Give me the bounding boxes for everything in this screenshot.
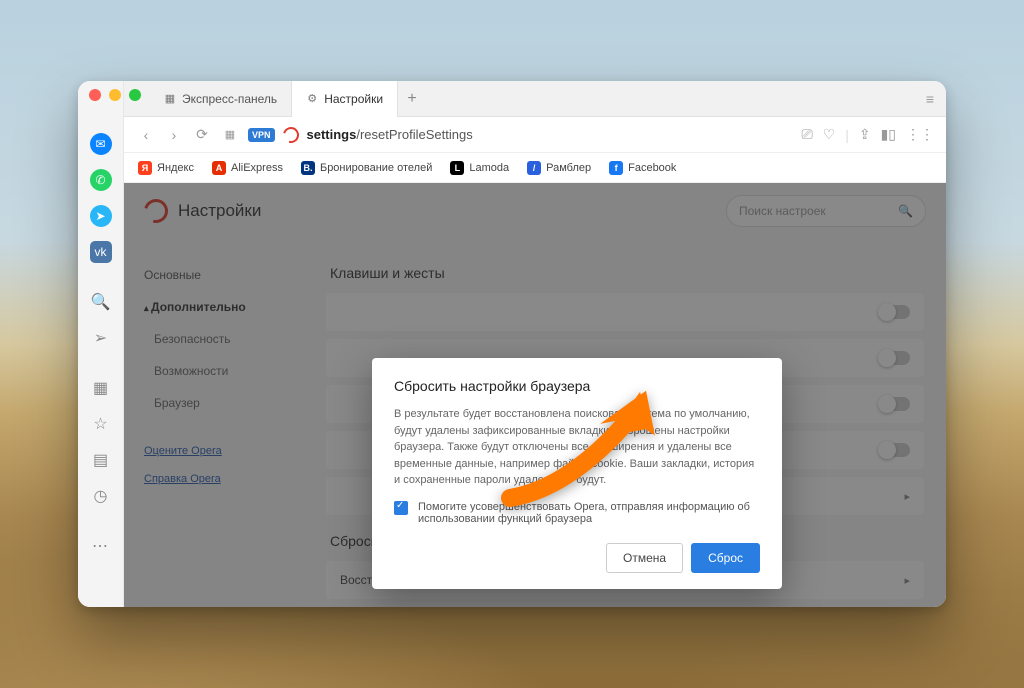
address-bar: ‹ › ⟳ ▦ VPN settings/resetProfileSetting… — [124, 117, 946, 153]
checkbox-label: Помогите усовершенствовать Opera, отправ… — [418, 501, 760, 525]
tab-settings[interactable]: ⚙ Настройки — [292, 81, 398, 117]
left-sidebar: ✉ ✆ ➤ vk 🔍 ➢ ▦ ☆ ▤ ◷ ⋯ — [78, 81, 124, 607]
apps-icon[interactable]: ▦ — [86, 373, 116, 403]
tab-label: Настройки — [324, 92, 383, 106]
minimize-window-button[interactable] — [109, 89, 121, 101]
dialog-checkbox-row[interactable]: Помогите усовершенствовать Opera, отправ… — [394, 501, 760, 525]
more-icon[interactable]: ⋯ — [86, 531, 116, 561]
menu-icon[interactable]: ⋮⋮ — [906, 126, 934, 143]
grid-icon: ▦ — [164, 93, 176, 105]
search-icon[interactable]: 🔍 — [86, 287, 116, 317]
checkbox-checked-icon[interactable] — [394, 501, 408, 515]
vpn-badge[interactable]: VPN — [248, 128, 275, 142]
dialog-title: Сбросить настройки браузера — [394, 378, 760, 394]
back-button[interactable]: ‹ — [136, 127, 156, 143]
bookmarks-icon[interactable]: ☆ — [86, 409, 116, 439]
window-controls — [89, 89, 141, 101]
snapshot-icon[interactable]: ⎚ — [801, 126, 812, 143]
gear-icon: ⚙ — [306, 93, 318, 105]
browser-window: ✉ ✆ ➤ vk 🔍 ➢ ▦ ☆ ▤ ◷ ⋯ ▦ Экспресс-панель… — [78, 81, 946, 607]
reset-button[interactable]: Сброс — [691, 543, 760, 573]
forward-button[interactable]: › — [164, 127, 184, 143]
vk-icon[interactable]: vk — [86, 237, 116, 267]
whatsapp-icon[interactable]: ✆ — [86, 165, 116, 195]
new-tab-button[interactable]: + — [398, 90, 426, 108]
main-area: ▦ Экспресс-панель ⚙ Настройки + ≡ ‹ › ⟳ … — [124, 81, 946, 607]
close-window-button[interactable] — [89, 89, 101, 101]
maximize-window-button[interactable] — [129, 89, 141, 101]
cancel-button[interactable]: Отмена — [606, 543, 683, 573]
grid-icon[interactable]: ▦ — [220, 128, 240, 141]
bookmark-lamoda[interactable]: LLamoda — [450, 161, 509, 175]
tab-bar: ▦ Экспресс-панель ⚙ Настройки + ≡ — [124, 81, 946, 117]
messenger-icon[interactable]: ✉ — [86, 129, 116, 159]
send-icon[interactable]: ➢ — [86, 323, 116, 353]
news-icon[interactable]: ▤ — [86, 445, 116, 475]
tabs-menu-icon[interactable]: ≡ — [926, 91, 946, 107]
opera-logo-icon — [280, 124, 302, 146]
telegram-icon[interactable]: ➤ — [86, 201, 116, 231]
bookmarks-bar: ЯЯндекс AAliExpress B.Бронирование отеле… — [124, 153, 946, 183]
history-icon[interactable]: ◷ — [86, 481, 116, 511]
bookmark-facebook[interactable]: fFacebook — [609, 161, 676, 175]
bookmark-rambler[interactable]: /Рамблер — [527, 161, 591, 175]
bookmark-booking[interactable]: B.Бронирование отелей — [301, 161, 432, 175]
tab-speeddial[interactable]: ▦ Экспресс-панель — [150, 81, 292, 117]
bookmark-yandex[interactable]: ЯЯндекс — [138, 161, 194, 175]
reset-settings-dialog: Сбросить настройки браузера В результате… — [372, 358, 782, 589]
url-text[interactable]: settings/resetProfileSettings — [307, 127, 473, 142]
settings-page: Настройки Поиск настроек 🔍 Основные Допо… — [124, 183, 946, 607]
bookmark-aliexpress[interactable]: AAliExpress — [212, 161, 283, 175]
heart-icon[interactable]: ♡ — [823, 126, 836, 143]
share-icon[interactable]: ⇪ — [859, 126, 871, 143]
dialog-body: В результате будет восстановлена поисков… — [394, 406, 760, 489]
reload-button[interactable]: ⟳ — [192, 126, 212, 143]
tab-label: Экспресс-панель — [182, 92, 277, 106]
battery-icon[interactable]: ▮▯ — [881, 126, 896, 143]
